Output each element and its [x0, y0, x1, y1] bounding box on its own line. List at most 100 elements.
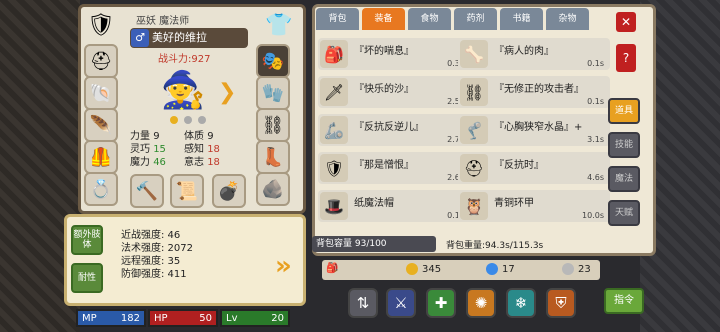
stat-value: 18: [207, 144, 220, 155]
race-class-label: 巫妖 魔法师: [136, 16, 190, 27]
page-dots: [170, 116, 206, 124]
silver-coin-icon: [562, 263, 574, 275]
inventory-item[interactable]: 🗡 『快乐的沙』 2.5s: [318, 76, 470, 108]
command-button[interactable]: 指令: [604, 288, 644, 314]
attribute-line: 法术强度: 2072: [121, 243, 193, 254]
level-bar: Lv 20: [220, 309, 290, 327]
stat-label: 感知: [184, 144, 204, 155]
attribute-lines: 近战强度: 46 法术强度: 2072 远程强度: 35 防御强度: 411: [121, 229, 193, 281]
gem-count: 17: [502, 263, 515, 275]
stat-value: 46: [153, 157, 166, 168]
bomb-slot[interactable]: 💣: [212, 174, 246, 208]
hp-bar: HP 50: [148, 309, 218, 327]
page-dot: [170, 116, 178, 124]
tab-potion[interactable]: 药剂: [454, 8, 497, 30]
inventory-item[interactable]: 🦿 『心胸狭窄水晶』+ 3.1s: [458, 114, 610, 146]
attribute-info-panel: 额外肢体 耐性 近战强度: 46 法术强度: 2072 远程强度: 35 防御强…: [64, 214, 306, 306]
stat-value: 9: [207, 131, 214, 142]
close-icon[interactable]: ✕: [616, 12, 636, 32]
item-icon: ⛑: [460, 154, 488, 182]
gender-icon: ♂: [131, 29, 149, 47]
inventory-item[interactable]: 🎩 纸魔法帽 0.1s: [318, 190, 470, 222]
silver-count: 23: [578, 263, 591, 275]
tab-equipment[interactable]: 装备: [362, 8, 405, 30]
backpack-capacity: 背包容量 93/100: [312, 236, 436, 252]
stat-row: 灵巧 15 感知 18: [130, 143, 238, 156]
gloves-slot[interactable]: 🧤: [256, 76, 290, 110]
item-icon: 🦴: [460, 40, 488, 68]
shield-skill-icon[interactable]: ⛨: [546, 288, 576, 318]
tab-magic[interactable]: 魔法: [608, 166, 640, 192]
gold-coin-icon: [406, 263, 418, 275]
expand-arrow-icon[interactable]: »: [275, 251, 292, 281]
page-dot: [184, 116, 192, 124]
tab-misc[interactable]: 杂物: [546, 8, 589, 30]
belt-slot[interactable]: ⛓: [256, 108, 290, 142]
extra-limbs-button[interactable]: 额外肢体: [71, 225, 103, 255]
inventory-item[interactable]: ⛑ 『反抗时』 4.6s: [458, 152, 610, 184]
help-icon[interactable]: ?: [616, 44, 636, 72]
fire-skill-icon[interactable]: ✺: [466, 288, 496, 318]
item-icon: ⛓: [460, 78, 488, 106]
tab-backpack[interactable]: 背包: [316, 8, 359, 30]
stats-block: 力量 9 体质 9 灵巧 15 感知 18 魔力 46 意志 18: [130, 130, 238, 169]
gem-icon: [486, 263, 498, 275]
offhand-slot[interactable]: 📜: [170, 174, 204, 208]
ice-skill-icon[interactable]: ❄: [506, 288, 536, 318]
inventory-item[interactable]: 🦴 『病人的肉』 0.1s: [458, 38, 610, 70]
stat-label: 意志: [184, 157, 204, 168]
mp-bar: MP 182: [76, 309, 146, 327]
item-icon: 🦿: [460, 116, 488, 144]
swap-icon[interactable]: ⇅: [348, 288, 378, 318]
accessory-slot[interactable]: 🪨: [256, 172, 290, 206]
inventory-item[interactable]: 🦾 『反抗反逆儿』 2.7s: [318, 114, 470, 146]
stat-label: 魔力: [130, 157, 150, 168]
combat-power: 战斗力:927: [158, 54, 211, 65]
helmet-slot[interactable]: ⛑: [84, 44, 118, 78]
stat-value: 18: [207, 157, 220, 168]
item-icon: 🦾: [320, 116, 348, 144]
inventory-item[interactable]: 🛡 『那是憎恨』 2.6s: [318, 152, 470, 184]
backpack-weight: 背包重量:94.3s/115.3s: [446, 241, 544, 251]
backpack-icon[interactable]: 🎒: [326, 263, 338, 274]
resistance-button[interactable]: 耐性: [71, 263, 103, 293]
currency-bar: 🎒 345 17 23: [322, 260, 600, 280]
attribute-line: 防御强度: 411: [121, 269, 187, 280]
inventory-item[interactable]: ⛓ 『无修正的攻击者』 0.1s: [458, 76, 610, 108]
stat-label: 灵巧: [130, 144, 150, 155]
item-icon: 🛡: [320, 154, 348, 182]
character-portrait: 🧙: [160, 70, 206, 111]
attribute-line: 远程强度: 35: [121, 256, 181, 267]
heal-skill-icon[interactable]: ✚: [426, 288, 456, 318]
boots-slot[interactable]: 👢: [256, 140, 290, 174]
category-tabs: 背包 装备 食物 药剂 书籍 杂物: [316, 8, 589, 30]
item-icon: 🎒: [320, 40, 348, 68]
stat-value: 15: [153, 144, 166, 155]
wing-slot[interactable]: 🪶: [84, 108, 118, 142]
rank-badge-icon[interactable]: 🛡: [84, 8, 118, 42]
stat-value: 9: [153, 131, 160, 142]
tab-food[interactable]: 食物: [408, 8, 451, 30]
weapon-slot[interactable]: 🔨: [130, 174, 164, 208]
item-icon: 🎩: [320, 192, 348, 220]
tab-skills[interactable]: 技能: [608, 132, 640, 158]
stat-row: 力量 9 体质 9: [130, 130, 238, 143]
item-icon: 🦉: [460, 192, 488, 220]
tab-items[interactable]: 道具: [608, 98, 640, 124]
tab-books[interactable]: 书籍: [500, 8, 543, 30]
next-arrow-icon[interactable]: ❯: [218, 80, 236, 105]
stat-row: 魔力 46 意志 18: [130, 156, 238, 169]
hanger-icon[interactable]: 👕: [262, 8, 296, 42]
stat-label: 体质: [184, 131, 204, 142]
tab-talent[interactable]: 天赋: [608, 200, 640, 226]
amulet-slot[interactable]: 🐚: [84, 76, 118, 110]
attribute-line: 近战强度: 46: [121, 230, 181, 241]
cloak-slot[interactable]: 🎭: [256, 44, 290, 78]
ring-slot[interactable]: 💍: [84, 172, 118, 206]
inventory-item[interactable]: 🦉 青铜环甲 10.0s: [458, 190, 610, 222]
item-icon: 🗡: [320, 78, 348, 106]
armor-slot[interactable]: 🦺: [84, 140, 118, 174]
inventory-item[interactable]: 🎒 『坏的喘息』 0.3s: [318, 38, 470, 70]
slash-skill-icon[interactable]: ⚔: [386, 288, 416, 318]
page-dot: [198, 116, 206, 124]
